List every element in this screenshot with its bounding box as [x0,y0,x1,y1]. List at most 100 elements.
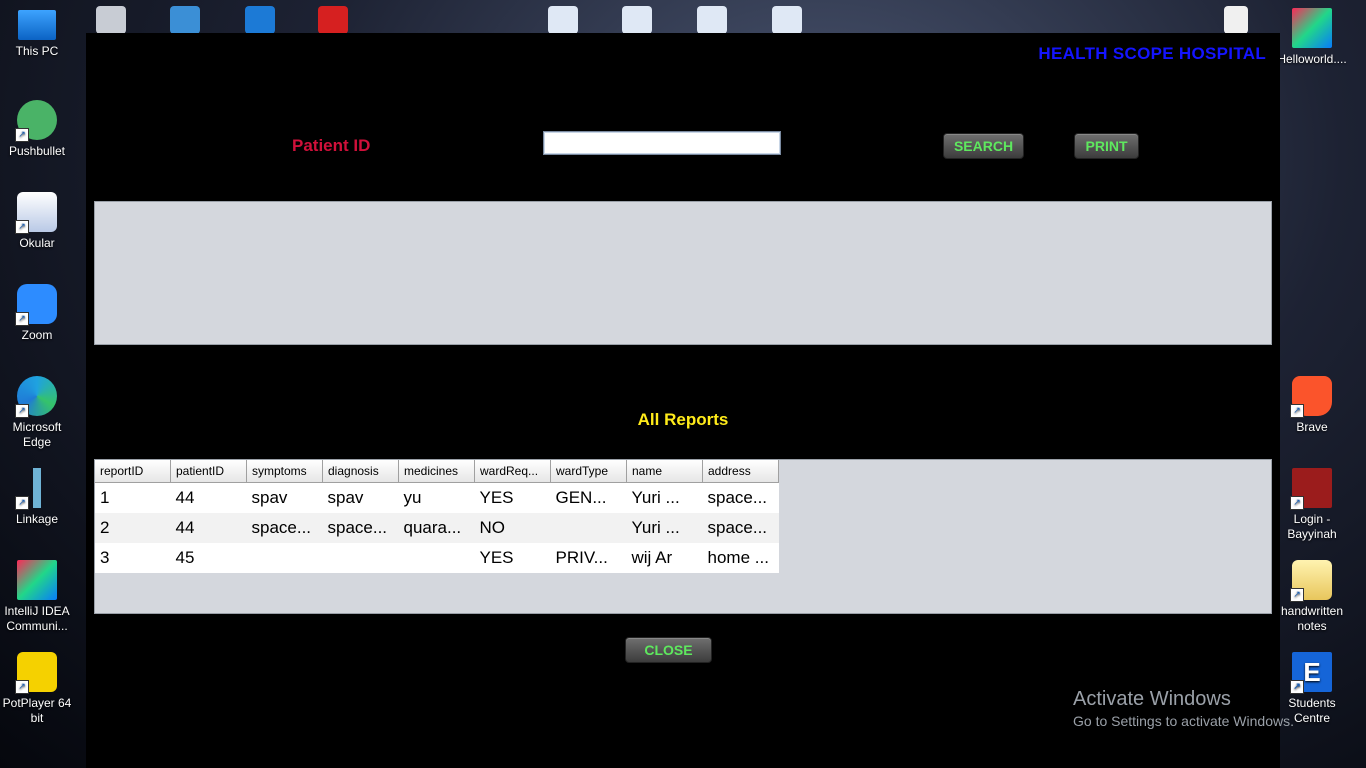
edge-icon: ↗ [15,376,57,418]
table-cell: GEN... [550,482,627,513]
desktop-icon-label: Linkage [15,512,59,526]
table-cell [322,543,399,573]
patient-id-input[interactable] [543,131,781,155]
search-button[interactable]: SEARCH [943,133,1024,159]
app-icon[interactable] [245,6,275,34]
table-cell: home ... [702,543,779,573]
all-reports-title: All Reports [637,410,729,429]
bayyinah-icon: ↗ [1290,468,1332,510]
patient-report-panel [94,201,1272,345]
app-title: HEALTH SCOPE HOSPITAL [1038,44,1266,63]
okular-icon: ↗ [15,192,57,234]
desktop-icon-edge[interactable]: ↗ Microsoft Edge [2,376,72,450]
computer-icon [18,10,56,40]
desktop-icon-okular[interactable]: ↗ Okular [2,192,72,251]
table-cell: 3 [95,543,171,573]
table-cell: 45 [170,543,247,573]
desktop-icon-label: handwritten notes [1280,604,1344,633]
desktop-icon-linkage[interactable]: ↗ Linkage [2,468,72,527]
desktop-icon-zoom[interactable]: ↗ Zoom [2,284,72,343]
column-header[interactable]: symptoms [246,460,323,483]
table-cell: Yuri ... [626,482,703,513]
patient-id-label: Patient ID [292,136,371,155]
table-row[interactable]: 3 45 YES PRIV... wij Ar home ... [95,543,779,573]
table-cell [550,513,627,543]
table-cell [398,543,475,573]
table-cell: 44 [170,513,247,543]
watermark-subtitle: Go to Settings to activate Windows. [1073,713,1294,729]
desktop-icon-label: Login - Bayyinah [1287,512,1337,541]
table-cell: space... [322,513,399,543]
okular-icon[interactable] [697,6,727,34]
table-row[interactable]: 2 44 space... space... quara... NO Yuri … [95,513,779,543]
desktop-icon-intellij[interactable]: IntelliJ IDEA Communi... [2,560,72,634]
table-row[interactable]: 1 44 spav spav yu YES GEN... Yuri ... sp… [95,482,779,513]
desktop-icon-label: Microsoft Edge [12,420,62,449]
table-cell: 44 [170,482,247,513]
brave-icon: ↗ [1290,376,1332,418]
column-header[interactable]: patientID [170,460,247,483]
reports-table: reportID patientID symptoms diagnosis me… [95,460,779,573]
pdf-icon[interactable] [318,6,348,34]
app-window: HEALTH SCOPE HOSPITAL Patient ID SEARCH … [86,33,1280,768]
linkage-icon: ↗ [15,468,57,510]
okular-icon[interactable] [772,6,802,34]
desktop-icon-this-pc[interactable]: This PC [2,8,72,59]
file-icon[interactable] [1224,6,1248,34]
desktop-icon-label: Brave [1296,420,1328,434]
potplayer-icon: ↗ [15,652,57,694]
column-header[interactable]: name [626,460,703,483]
zoom-icon: ↗ [15,284,57,326]
desktop-icon-potplayer[interactable]: ↗ PotPlayer 64 bit [2,652,72,726]
students-centre-icon: E ↗ [1290,652,1332,694]
table-cell: NO [474,513,551,543]
table-cell: wij Ar [626,543,703,573]
column-header[interactable]: diagnosis [322,460,399,483]
desktop-icon-handwritten-notes[interactable]: ↗ handwritten notes [1277,560,1347,634]
table-cell: spav [322,482,399,513]
watermark-title: Activate Windows [1073,688,1231,710]
table-cell: quara... [398,513,475,543]
column-header[interactable]: reportID [95,460,171,483]
close-button[interactable]: CLOSE [625,637,712,663]
column-header[interactable]: medicines [398,460,475,483]
pushbullet-icon: ↗ [15,100,57,142]
intellij-icon [17,560,57,600]
table-cell: yu [398,482,475,513]
desktop-icon-label: Zoom [21,328,53,342]
desktop-icon-label: IntelliJ IDEA Communi... [4,604,70,633]
table-cell: PRIV... [550,543,627,573]
desktop-icon-pushbullet[interactable]: ↗ Pushbullet [2,100,72,159]
table-cell: 2 [95,513,171,543]
okular-icon[interactable] [622,6,652,34]
table-cell: Yuri ... [626,513,703,543]
print-button[interactable]: PRINT [1074,133,1139,159]
okular-icon[interactable] [548,6,578,34]
recycle-bin-icon[interactable] [96,6,126,34]
intellij-icon [1292,8,1332,48]
table-header-row: reportID patientID symptoms diagnosis me… [95,460,779,483]
desktop-icon-label: PotPlayer 64 bit [2,696,72,725]
table-cell: space... [702,482,779,513]
column-header[interactable]: wardReq... [474,460,551,483]
desktop-icon-bayyinah[interactable]: ↗ Login - Bayyinah [1277,468,1347,542]
app-icon[interactable] [170,6,200,34]
table-cell: space... [246,513,323,543]
desktop-icon-helloworld[interactable]: Helloworld.... [1277,8,1347,67]
folder-icon: ↗ [1290,560,1332,602]
table-cell: space... [702,513,779,543]
desktop-icon-label: Pushbullet [8,144,66,158]
table-cell [246,543,323,573]
table-cell: 1 [95,482,171,513]
table-cell: spav [246,482,323,513]
column-header[interactable]: wardType [550,460,627,483]
table-cell: YES [474,482,551,513]
desktop-icon-label: This PC [15,44,59,58]
desktop-icon-label: Helloworld.... [1277,52,1347,66]
table-cell: YES [474,543,551,573]
desktop-icon-brave[interactable]: ↗ Brave [1277,376,1347,435]
desktop-icon-label: Okular [19,236,55,250]
activate-windows-watermark: Activate Windows Go to Settings to activ… [1073,688,1294,729]
column-header[interactable]: address [702,460,779,483]
reports-table-panel: reportID patientID symptoms diagnosis me… [94,459,1272,614]
